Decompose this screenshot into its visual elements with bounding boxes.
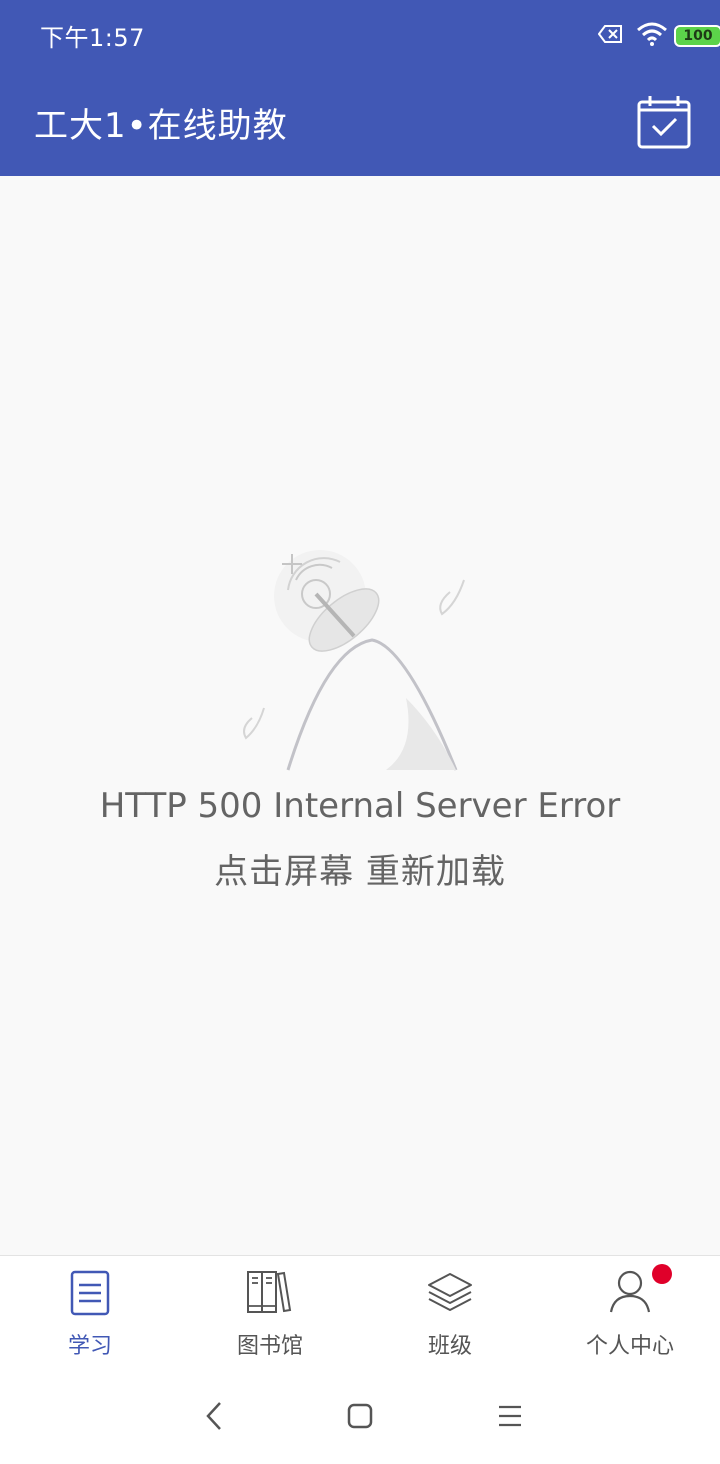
back-icon[interactable] (200, 1399, 228, 1433)
wifi-icon (637, 22, 667, 46)
nav-label: 班级 (427, 1334, 472, 1359)
status-time: 下午1:57 (40, 24, 145, 52)
app-title: 工大1•在线助教 (34, 106, 288, 146)
reload-hint[interactable]: 点击屏幕 重新加载 (0, 844, 720, 893)
battery-icon: 100 (674, 25, 720, 47)
nav-label: 图书馆 (236, 1334, 303, 1359)
nav-item-library[interactable]: 图书馆 (180, 1256, 360, 1369)
document-list-icon (70, 1270, 110, 1316)
nav-label: 学习 (67, 1334, 112, 1359)
layers-icon (428, 1273, 472, 1311)
nav-item-profile[interactable]: 个人中心 (540, 1256, 720, 1369)
nav-label: 个人中心 (585, 1334, 674, 1359)
calendar-check-icon (637, 96, 691, 149)
error-message: HTTP 500 Internal Server Error (99, 786, 621, 826)
reload-area[interactable]: HTTP 500 Internal Server Error 点击屏幕 重新加载 (0, 176, 720, 1255)
books-icon (247, 1271, 292, 1313)
app-bar: 工大1•在线助教 (0, 70, 720, 176)
menu-icon[interactable] (496, 1399, 524, 1433)
home-icon[interactable] (346, 1399, 374, 1433)
person-icon (609, 1270, 651, 1313)
system-nav-bar (0, 1369, 720, 1464)
status-bar: 下午1:57 100 (0, 0, 720, 70)
nav-item-study[interactable]: 学习 (0, 1256, 180, 1369)
notification-badge (652, 1264, 672, 1284)
satellite-dish-icon (243, 550, 465, 771)
nav-item-class[interactable]: 班级 (360, 1256, 540, 1369)
calendar-button[interactable] (636, 94, 692, 150)
bottom-nav: 学习 图书馆 班级 个人中心 (0, 1255, 720, 1370)
sim-missing-icon (598, 25, 622, 43)
